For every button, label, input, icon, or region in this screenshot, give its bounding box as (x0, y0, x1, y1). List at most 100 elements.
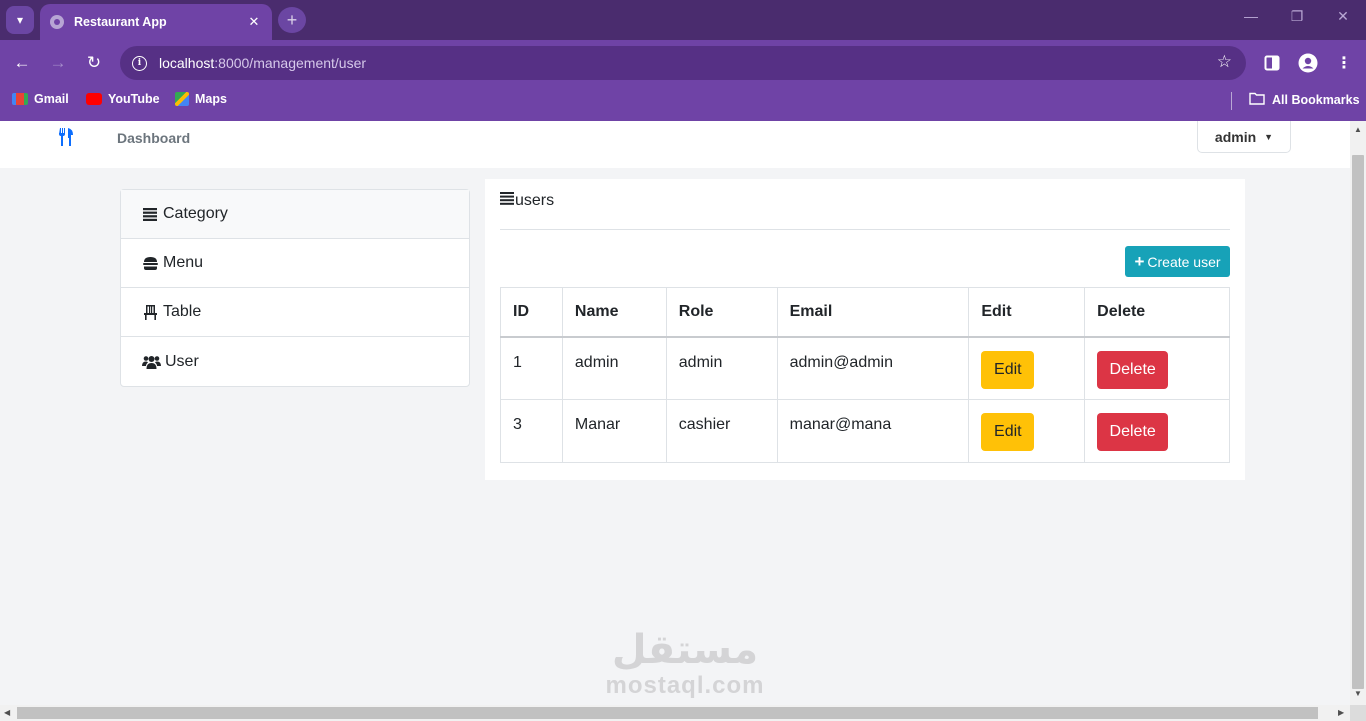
bookmark-label: Gmail (34, 92, 69, 106)
plus-icon: + (286, 9, 298, 30)
users-card: users + Create user ID Name Role Email E… (485, 179, 1245, 480)
delete-button[interactable]: Delete (1097, 350, 1169, 389)
column-header-role: Role (665, 287, 778, 337)
bookmark-star-icon[interactable]: ☆ (1217, 52, 1232, 72)
sidebar-item-label: User (165, 352, 199, 370)
cell-id: 1 (500, 336, 563, 400)
url-path: :8000/management/user (214, 55, 367, 71)
cell-role: admin (665, 336, 778, 400)
new-tab-button[interactable]: + (278, 7, 306, 33)
nav-dashboard-link[interactable]: Dashboard (117, 130, 190, 146)
vertical-scrollbar[interactable]: ▲ ▼ (1350, 121, 1366, 705)
users-icon (141, 355, 161, 369)
all-bookmarks-label: All Bookmarks (1272, 93, 1360, 107)
sidebar-item-category[interactable]: Category (121, 190, 469, 239)
edit-button[interactable]: Edit (981, 350, 1035, 389)
scrollbar-thumb[interactable] (1352, 155, 1364, 689)
youtube-icon (86, 93, 102, 105)
back-icon[interactable]: ← (10, 51, 34, 75)
sidebar-item-table[interactable]: Table (121, 288, 469, 337)
list-icon (500, 192, 514, 210)
bookmark-youtube[interactable]: YouTube (86, 92, 160, 106)
card-title-text: users (515, 192, 555, 209)
kebab-menu-icon[interactable]: ⋮ (1333, 52, 1355, 74)
app-navbar: Dashboard admin ▼ (0, 121, 1350, 168)
hamburger-icon (141, 256, 159, 270)
window-close-icon[interactable]: ✕ (1320, 8, 1366, 25)
restore-icon[interactable]: ❐ (1274, 8, 1320, 25)
column-header-email: Email (776, 287, 970, 337)
sidebar-item-label: Category (163, 205, 228, 222)
cell-role: cashier (665, 399, 778, 463)
cell-edit: Edit (968, 399, 1086, 463)
cell-name: Manar (561, 399, 667, 463)
sidebar-item-label: Menu (163, 254, 204, 271)
cell-edit: Edit (968, 336, 1086, 400)
browser-tabstrip: ▾ Restaurant App ✕ + — ❐ ✕ (0, 0, 1366, 40)
table-row: 3 Manar cashier manar@mana Edit Delete (500, 399, 1230, 463)
cell-delete: Delete (1084, 399, 1230, 463)
scroll-left-icon[interactable]: ◀ (4, 708, 10, 717)
folder-icon (1249, 92, 1265, 108)
sidebar-item-user[interactable]: User (121, 337, 469, 386)
address-bar[interactable]: i localhost:8000/management/user ☆ (120, 46, 1246, 80)
table-row: 1 admin admin admin@admin Edit Delete (500, 336, 1230, 400)
scroll-right-icon[interactable]: ▶ (1338, 708, 1344, 717)
profile-icon[interactable] (1297, 52, 1319, 74)
chair-icon (141, 304, 159, 320)
chevron-down-icon: ▾ (16, 13, 24, 27)
minimize-icon[interactable]: — (1228, 8, 1274, 24)
utensils-icon[interactable] (58, 128, 74, 151)
bookmarks-divider (1231, 92, 1232, 110)
create-user-label: Create user (1147, 253, 1221, 270)
create-user-button[interactable]: + Create user (1125, 246, 1230, 277)
watermark-logo: مستقل (611, 627, 759, 673)
edit-button[interactable]: Edit (981, 413, 1035, 451)
user-menu-label: admin (1214, 128, 1257, 145)
tab-search-button[interactable]: ▾ (6, 6, 34, 34)
plus-icon: + (1134, 251, 1145, 271)
column-header-delete: Delete (1084, 287, 1230, 337)
close-icon[interactable]: ✕ (246, 14, 262, 30)
browser-toolbar: ← → ↻ i localhost:8000/management/user ☆… (0, 40, 1366, 86)
site-info-icon[interactable]: i (132, 55, 147, 71)
column-header-edit: Edit (968, 287, 1086, 337)
sidebar-item-menu[interactable]: Menu (121, 239, 469, 288)
bookmark-label: Maps (195, 92, 227, 106)
side-panel-icon[interactable] (1261, 52, 1283, 74)
column-header-id: ID (500, 287, 563, 337)
divider (500, 229, 1230, 230)
bookmark-label: YouTube (108, 92, 160, 106)
chevron-down-icon: ▼ (1264, 131, 1274, 142)
watermark: مستقل mostaql.com (600, 626, 770, 698)
card-title: users (500, 192, 554, 210)
bookmark-gmail[interactable]: Gmail (12, 92, 69, 106)
delete-button[interactable]: Delete (1097, 413, 1169, 451)
maps-icon (175, 92, 189, 106)
forward-icon[interactable]: → (46, 51, 70, 75)
scrollbar-thumb[interactable] (17, 707, 1318, 719)
bookmark-maps[interactable]: Maps (175, 92, 227, 106)
scrollbar-corner (1350, 705, 1366, 721)
sidebar: Category Menu Table User (120, 189, 470, 387)
list-icon (141, 207, 159, 221)
cell-name: admin (561, 336, 667, 400)
cell-id: 3 (500, 399, 563, 463)
reload-icon[interactable]: ↻ (82, 51, 106, 75)
url-host: localhost (159, 55, 215, 71)
table-header-row: ID Name Role Email Edit Delete (500, 287, 1230, 337)
all-bookmarks[interactable]: All Bookmarks (1249, 92, 1360, 108)
cell-email: admin@admin (776, 336, 970, 400)
browser-tab[interactable]: Restaurant App ✕ (40, 4, 272, 40)
cell-email: manar@mana (776, 399, 970, 463)
globe-icon (50, 15, 64, 29)
user-menu-dropdown[interactable]: admin ▼ (1197, 121, 1291, 153)
scroll-up-icon[interactable]: ▲ (1354, 125, 1362, 134)
scroll-down-icon[interactable]: ▼ (1354, 689, 1362, 698)
url-text: localhost:8000/management/user (159, 55, 366, 71)
gmail-icon (12, 93, 28, 105)
column-header-name: Name (561, 287, 667, 337)
horizontal-scrollbar[interactable]: ◀ ▶ (0, 705, 1350, 721)
cell-delete: Delete (1084, 336, 1230, 400)
sidebar-item-label: Table (163, 303, 202, 320)
